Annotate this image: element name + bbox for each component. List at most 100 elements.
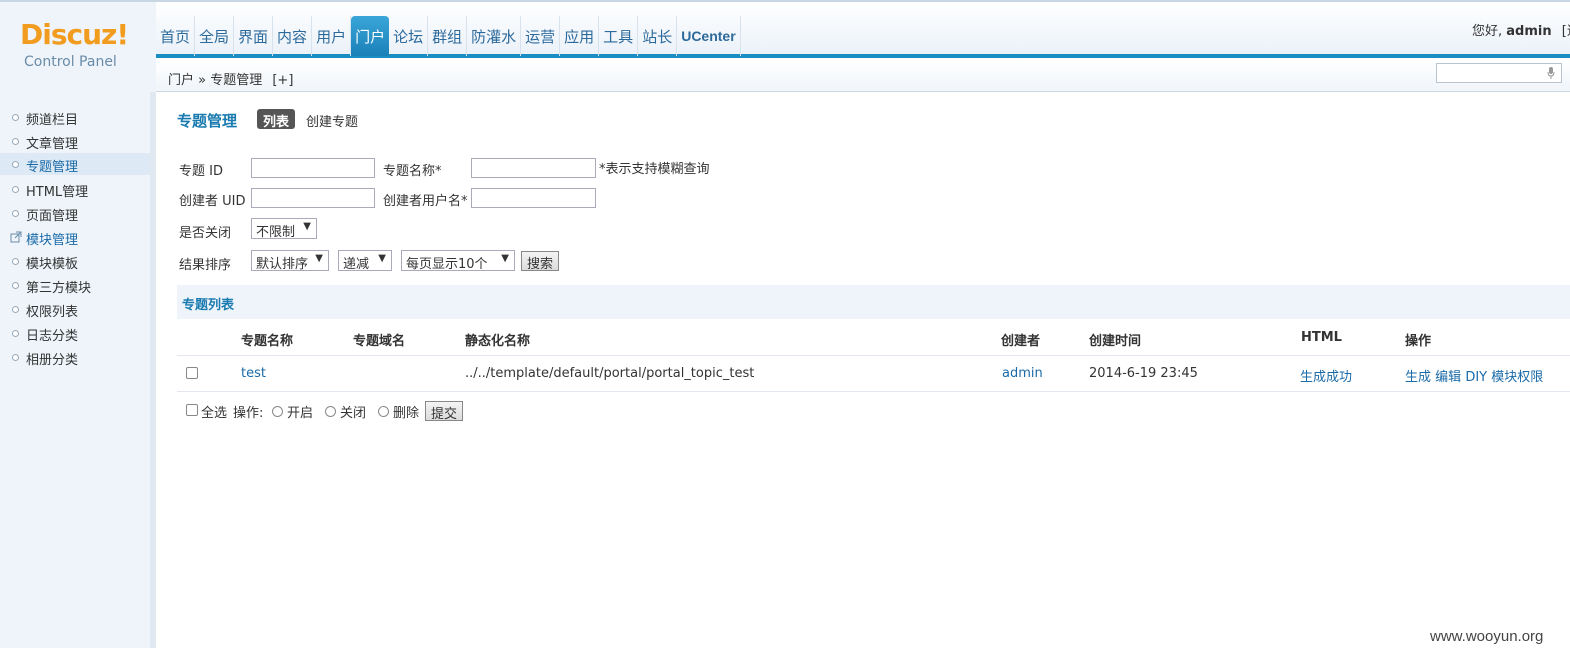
logo-brand: Discuz! [20, 18, 129, 51]
topic-id-label: 专题 ID [179, 164, 223, 179]
logo[interactable]: Discuz! Control Panel [0, 2, 156, 92]
bullet-icon [12, 186, 19, 193]
sort-select-value: 默认排序 [256, 257, 309, 272]
greeting-prefix: 您好, [1472, 24, 1503, 39]
perpage-select[interactable]: 每页显示10个 ▼ [401, 250, 515, 272]
nav-item-portal[interactable]: 门户 [351, 16, 390, 56]
sidebar-item-label: 第三方模块 [26, 281, 92, 296]
topic-id-input[interactable] [251, 158, 375, 178]
select-all-label: 全选 [201, 406, 228, 421]
sidebar-item-blog-categories[interactable]: 日志分类 [0, 322, 150, 344]
nav-item-global[interactable]: 全局 [195, 16, 235, 56]
delete-radio[interactable] [378, 406, 389, 417]
creator-name-input[interactable] [471, 188, 596, 208]
close-radio[interactable] [325, 406, 336, 417]
submit-button[interactable]: 提交 [425, 401, 464, 422]
created-time: 2014-6-19 23:45 [1089, 366, 1198, 381]
fuzzy-search-note: *表示支持模糊查询 [599, 162, 710, 177]
sidebar-item-permissions[interactable]: 权限列表 [0, 298, 150, 320]
sidebar-item-articles[interactable]: 文章管理 [0, 130, 150, 152]
sort-label: 结果排序 [179, 258, 232, 273]
blocks-link[interactable]: 模块 [1491, 370, 1517, 385]
creator-uid-input[interactable] [251, 188, 375, 208]
sort-select[interactable]: 默认排序 ▼ [251, 250, 329, 272]
sidebar-item-label: 模块模板 [26, 257, 79, 272]
nav-item-home[interactable]: 首页 [156, 16, 196, 56]
main-nav: 首页 全局 界面 内容 用户 门户 论坛 群组 防灌水 运营 应用 工具 站长 … [156, 16, 741, 56]
closed-label: 是否关闭 [179, 226, 232, 241]
nav-item-users[interactable]: 用户 [312, 16, 352, 56]
sidebar [0, 92, 156, 648]
nav-item-apps[interactable]: 应用 [560, 16, 600, 56]
static-name: ../../template/default/portal/portal_top… [465, 366, 755, 381]
nav-item-webmaster[interactable]: 站长 [638, 16, 678, 56]
sidebar-item-pages[interactable]: 页面管理 [0, 202, 150, 224]
col-topic-name: 专题名称 [241, 334, 294, 349]
dropdown-arrow-icon: ▼ [303, 221, 311, 232]
topic-name-input[interactable] [471, 158, 596, 178]
html-status[interactable]: 生成成功 [1300, 366, 1352, 385]
sidebar-item-label: 权限列表 [26, 305, 79, 320]
nav-item-antispam[interactable]: 防灌水 [467, 16, 522, 56]
creator-uid-label: 创建者 UID [179, 194, 246, 209]
divider [177, 355, 1570, 356]
page-title: 专题管理 [177, 112, 238, 130]
creator-link[interactable]: admin [1002, 366, 1043, 381]
dropdown-arrow-icon: ▼ [378, 253, 386, 264]
sidebar-item-label: HTML管理 [26, 185, 89, 200]
closed-select-value: 不限制 [256, 225, 296, 240]
order-select-value: 递减 [343, 257, 370, 272]
dropdown-arrow-icon: ▼ [315, 253, 323, 264]
topic-name-link[interactable]: test [241, 366, 266, 381]
open-radio[interactable] [272, 406, 283, 417]
creator-name-label: 创建者用户名* [383, 194, 468, 209]
sidebar-item-blocks[interactable]: 模块管理 [0, 226, 150, 248]
bullet-icon [12, 210, 19, 217]
nav-item-content[interactable]: 内容 [273, 16, 313, 56]
bullet-icon [12, 282, 19, 289]
nav-item-tools[interactable]: 工具 [599, 16, 639, 56]
bullet-icon [12, 354, 19, 361]
diy-link[interactable]: DIY [1465, 370, 1487, 385]
tab-create-topic[interactable]: 创建专题 [306, 111, 358, 130]
divider [177, 391, 1570, 392]
sidebar-item-label: 页面管理 [26, 209, 79, 224]
col-creator: 创建者 [1001, 334, 1041, 349]
logo-subtitle: Control Panel [24, 54, 117, 70]
tab-list[interactable]: 列表 [257, 109, 296, 130]
sidebar-item-label: 专题管理 [26, 160, 79, 175]
order-select[interactable]: 递减 ▼ [338, 250, 392, 272]
breadcrumb-path: 门户 » 专题管理 [168, 73, 263, 88]
sidebar-item-html[interactable]: HTML管理 [0, 178, 150, 200]
nav-item-ucenter[interactable]: UCenter [677, 16, 741, 56]
col-static-name: 静态化名称 [465, 334, 531, 349]
col-topic-domain: 专题域名 [353, 334, 406, 349]
nav-item-forum[interactable]: 论坛 [389, 16, 429, 56]
sidebar-item-block-templates[interactable]: 模块模板 [0, 250, 150, 272]
nav-item-groups[interactable]: 群组 [428, 16, 468, 56]
add-shortcut-link[interactable]: [+] [272, 73, 293, 88]
sidebar-item-topics[interactable]: 专题管理 [0, 153, 150, 175]
perpage-select-value: 每页显示10个 [406, 257, 488, 272]
logout-link[interactable]: [退 [1562, 24, 1570, 39]
closed-select[interactable]: 不限制 ▼ [251, 218, 317, 240]
close-label: 关闭 [340, 406, 367, 421]
nav-item-operations[interactable]: 运营 [521, 16, 561, 56]
col-created-time: 创建时间 [1089, 334, 1142, 349]
sidebar-item-channels[interactable]: 频道栏目 [0, 106, 150, 128]
header: Discuz! Control Panel 首页 全局 界面 内容 用户 门户 … [0, 0, 1570, 92]
generate-link[interactable]: 生成 [1405, 370, 1431, 385]
sidebar-item-third-party[interactable]: 第三方模块 [0, 274, 150, 296]
row-checkbox[interactable] [186, 367, 198, 379]
sidebar-item-album-categories[interactable]: 相册分类 [0, 346, 150, 368]
search-button[interactable]: 搜索 [521, 251, 560, 272]
breadcrumb: 门户 » 专题管理 [+] [168, 69, 293, 88]
user-greeting: 您好, admin [退 [1472, 20, 1570, 39]
nav-item-interface[interactable]: 界面 [234, 16, 274, 56]
col-html: HTML [1301, 330, 1342, 345]
sidebar-item-label: 模块管理 [26, 233, 79, 248]
search-input[interactable] [1436, 63, 1562, 83]
select-all-checkbox[interactable] [186, 404, 198, 416]
edit-link[interactable]: 编辑 [1435, 370, 1461, 385]
permissions-link[interactable]: 权限 [1517, 370, 1543, 385]
